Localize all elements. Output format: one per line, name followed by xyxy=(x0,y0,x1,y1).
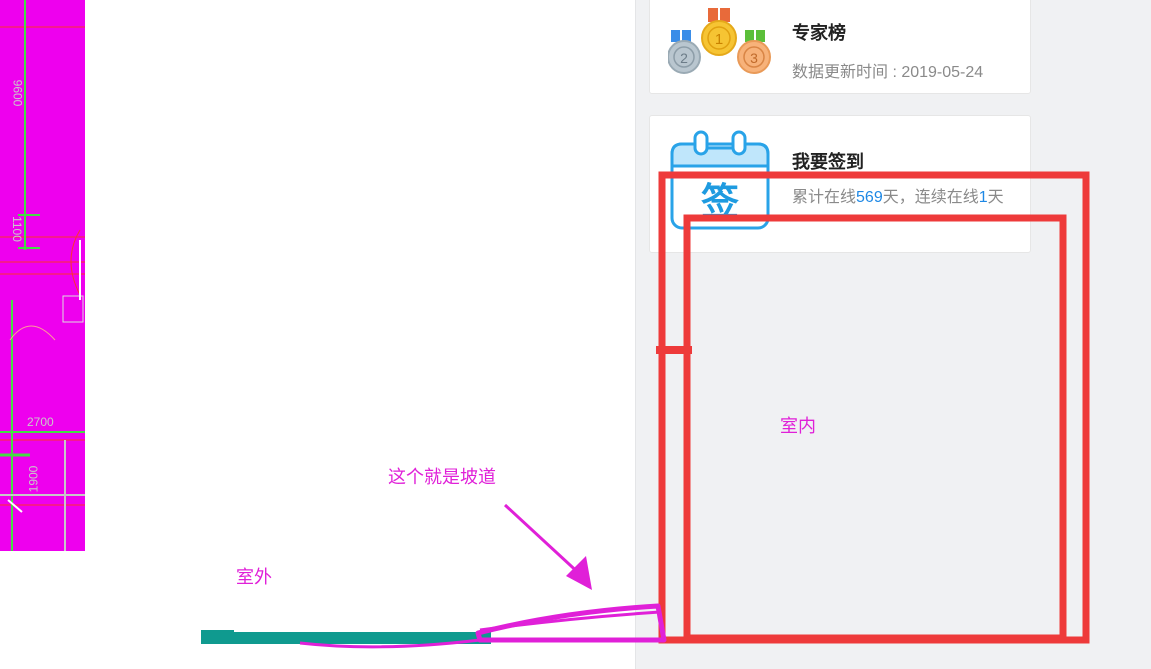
outer-red-frame xyxy=(658,171,1090,644)
ramp-pointer-arrow xyxy=(503,503,585,579)
ramp-sketch xyxy=(475,603,667,643)
indoor-annotation: 室内 xyxy=(780,416,816,437)
outdoor-annotation: 室外 xyxy=(236,567,272,588)
red-stub-mark xyxy=(656,346,692,354)
ramp-annotation: 这个就是坡道 xyxy=(388,467,496,488)
annotation-overlay xyxy=(201,171,1090,649)
inner-red-frame xyxy=(683,214,1067,642)
